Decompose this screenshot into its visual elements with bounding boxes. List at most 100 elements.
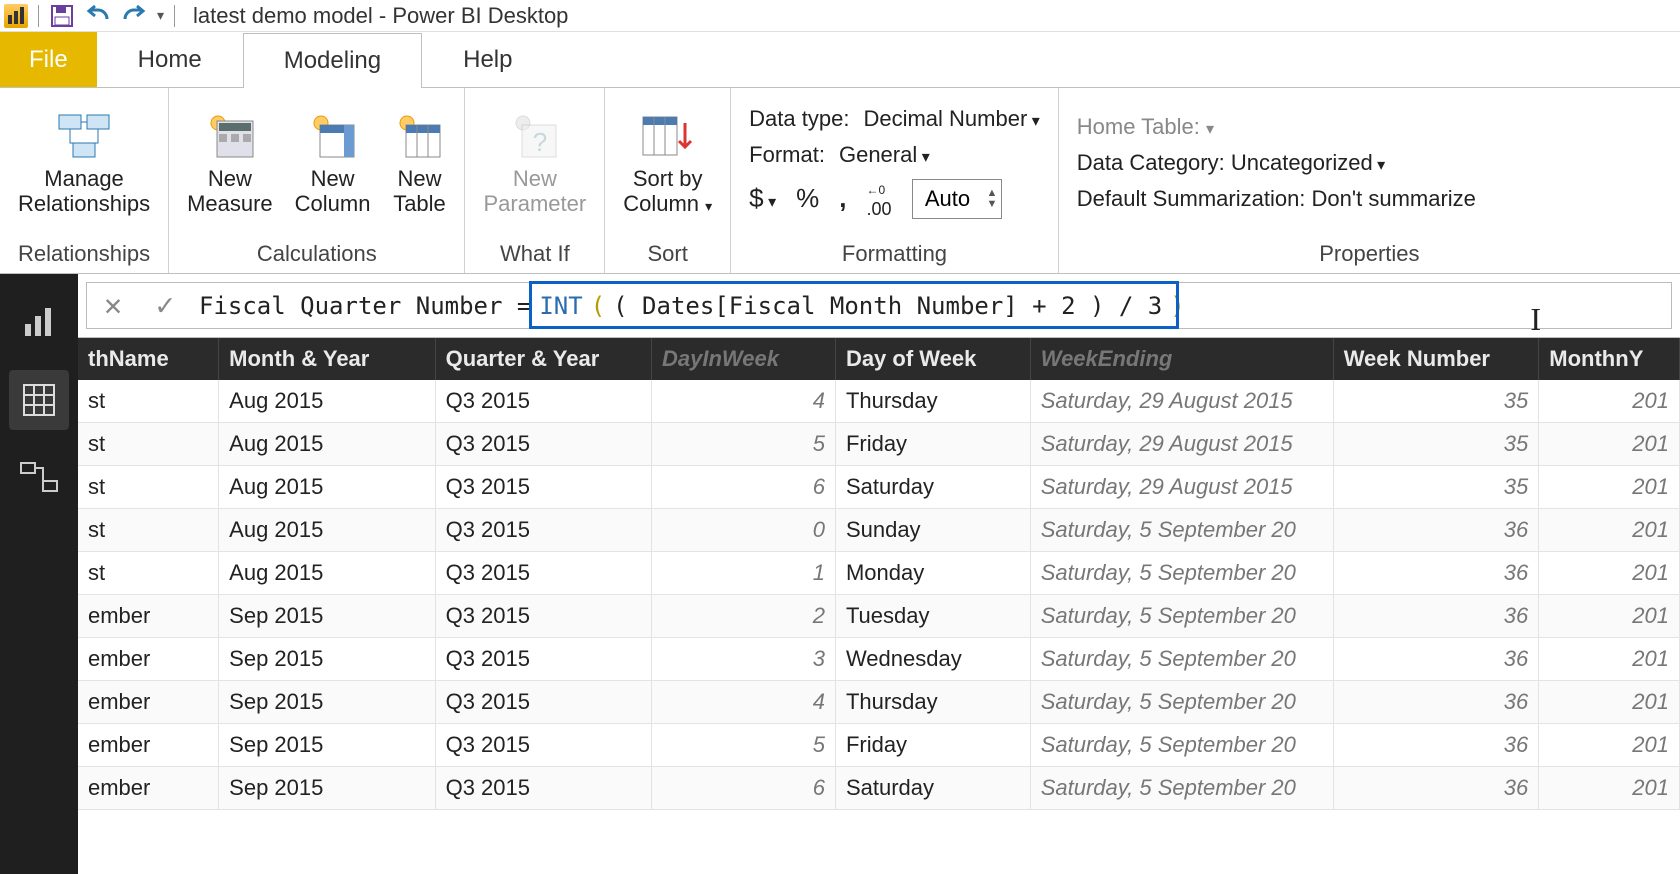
cell[interactable]: 36 (1333, 509, 1539, 552)
cell[interactable]: Q3 2015 (435, 724, 651, 767)
comma-button[interactable]: , (839, 183, 846, 214)
cell[interactable]: Friday (835, 423, 1030, 466)
cell[interactable]: Saturday, 5 September 20 (1030, 681, 1333, 724)
summarization-dropdown[interactable]: Don't summarize (1312, 186, 1476, 211)
decimals-stepper[interactable]: ▲▼ (912, 179, 1003, 219)
cell[interactable]: 6 (651, 466, 835, 509)
cell[interactable]: Saturday, 5 September 20 (1030, 767, 1333, 810)
cell[interactable]: 201 (1539, 638, 1680, 681)
cell[interactable]: 201 (1539, 552, 1680, 595)
cell[interactable]: Aug 2015 (219, 466, 435, 509)
report-view-button[interactable] (9, 292, 69, 352)
cell[interactable]: 201 (1539, 509, 1680, 552)
cell[interactable]: Sunday (835, 509, 1030, 552)
cell[interactable]: 4 (651, 681, 835, 724)
cell[interactable]: Sep 2015 (219, 638, 435, 681)
cell[interactable]: Sep 2015 (219, 767, 435, 810)
cell[interactable]: Q3 2015 (435, 638, 651, 681)
cell[interactable]: Q3 2015 (435, 509, 651, 552)
cell[interactable]: st (78, 423, 219, 466)
col-week-number[interactable]: Week Number (1333, 338, 1539, 380)
redo-button[interactable] (121, 3, 147, 29)
cell[interactable]: Saturday, 5 September 20 (1030, 595, 1333, 638)
undo-button[interactable] (85, 3, 111, 29)
cell[interactable]: st (78, 380, 219, 423)
cell[interactable]: Wednesday (835, 638, 1030, 681)
col-day-of-week[interactable]: Day of Week (835, 338, 1030, 380)
cell[interactable]: 201 (1539, 681, 1680, 724)
col-thname[interactable]: thName (78, 338, 219, 380)
cell[interactable]: Q3 2015 (435, 767, 651, 810)
table-row[interactable]: emberSep 2015Q3 20154ThursdaySaturday, 5… (78, 681, 1680, 724)
cell[interactable]: Aug 2015 (219, 380, 435, 423)
cell[interactable]: Aug 2015 (219, 423, 435, 466)
col-quarter-year[interactable]: Quarter & Year (435, 338, 651, 380)
currency-button[interactable]: $ (749, 183, 776, 214)
cell[interactable]: 2 (651, 595, 835, 638)
cell[interactable]: Saturday, 5 September 20 (1030, 724, 1333, 767)
cell[interactable]: Thursday (835, 380, 1030, 423)
cell[interactable]: 36 (1333, 767, 1539, 810)
cell[interactable]: 5 (651, 724, 835, 767)
cell[interactable]: 201 (1539, 724, 1680, 767)
col-weekending[interactable]: WeekEnding (1030, 338, 1333, 380)
cell[interactable]: 36 (1333, 681, 1539, 724)
cell[interactable]: Saturday, 29 August 2015 (1030, 380, 1333, 423)
cell[interactable]: 35 (1333, 466, 1539, 509)
cell[interactable]: Aug 2015 (219, 509, 435, 552)
cell[interactable]: ember (78, 724, 219, 767)
table-row[interactable]: stAug 2015Q3 20156SaturdaySaturday, 29 A… (78, 466, 1680, 509)
sort-by-column-button[interactable]: Sort by Column ▾ (623, 109, 712, 215)
table-row[interactable]: emberSep 2015Q3 20156SaturdaySaturday, 5… (78, 767, 1680, 810)
cell[interactable]: 201 (1539, 380, 1680, 423)
datatype-dropdown[interactable]: Decimal Number (863, 106, 1039, 132)
cell[interactable]: 201 (1539, 423, 1680, 466)
decimals-icon[interactable]: ←0.00 (866, 178, 891, 220)
cell[interactable]: 0 (651, 509, 835, 552)
data-view-button[interactable] (9, 370, 69, 430)
cell[interactable]: 201 (1539, 767, 1680, 810)
cell[interactable]: Monday (835, 552, 1030, 595)
cell[interactable]: Q3 2015 (435, 423, 651, 466)
cell[interactable]: 35 (1333, 423, 1539, 466)
new-column-button[interactable]: New Column (295, 109, 371, 215)
cell[interactable]: 4 (651, 380, 835, 423)
cell[interactable]: 36 (1333, 638, 1539, 681)
table-row[interactable]: stAug 2015Q3 20154ThursdaySaturday, 29 A… (78, 380, 1680, 423)
cell[interactable]: 36 (1333, 595, 1539, 638)
cell[interactable]: Saturday, 5 September 20 (1030, 552, 1333, 595)
cell[interactable]: 36 (1333, 552, 1539, 595)
cell[interactable]: Saturday (835, 466, 1030, 509)
cell[interactable]: Q3 2015 (435, 466, 651, 509)
table-row[interactable]: emberSep 2015Q3 20153WednesdaySaturday, … (78, 638, 1680, 681)
table-row[interactable]: stAug 2015Q3 20150SundaySaturday, 5 Sept… (78, 509, 1680, 552)
col-dayinweek[interactable]: DayInWeek (651, 338, 835, 380)
commit-button[interactable]: ✓ (139, 288, 191, 323)
data-table[interactable]: thName Month & Year Quarter & Year DayIn… (78, 338, 1680, 810)
cell[interactable]: Q3 2015 (435, 380, 651, 423)
percent-button[interactable]: % (796, 183, 819, 214)
cell[interactable]: ember (78, 638, 219, 681)
tab-file[interactable]: File (0, 32, 97, 87)
format-dropdown[interactable]: General (839, 142, 930, 168)
save-button[interactable] (49, 3, 75, 29)
cell[interactable]: Saturday (835, 767, 1030, 810)
cell[interactable]: Saturday, 5 September 20 (1030, 638, 1333, 681)
formula-bar[interactable]: ✕ ✓ Fiscal Quarter Number = INT ( ( Date… (86, 282, 1672, 329)
cell[interactable]: 5 (651, 423, 835, 466)
cell[interactable]: 201 (1539, 595, 1680, 638)
cell[interactable]: 3 (651, 638, 835, 681)
cell[interactable]: Sep 2015 (219, 681, 435, 724)
cell[interactable]: ember (78, 681, 219, 724)
tab-modeling[interactable]: Modeling (243, 33, 422, 88)
table-row[interactable]: stAug 2015Q3 20151MondaySaturday, 5 Sept… (78, 552, 1680, 595)
cell[interactable]: 6 (651, 767, 835, 810)
cell[interactable]: Saturday, 5 September 20 (1030, 509, 1333, 552)
cell[interactable]: Thursday (835, 681, 1030, 724)
qat-dropdown-icon[interactable]: ▾ (157, 7, 164, 24)
chevron-up-icon[interactable]: ▲ (987, 188, 998, 199)
new-measure-button[interactable]: New Measure (187, 109, 273, 215)
decimals-value[interactable] (913, 186, 983, 212)
cell[interactable]: 1 (651, 552, 835, 595)
col-monthny[interactable]: MonthnY (1539, 338, 1680, 380)
